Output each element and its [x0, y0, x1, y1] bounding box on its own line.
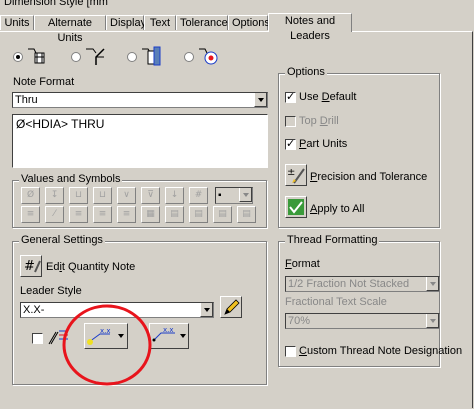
note-format-select[interactable]: Thru — [12, 92, 268, 108]
note-type-radio-chamfer[interactable] — [71, 52, 81, 62]
quantity-note-icon: # — [24, 259, 41, 274]
note-type-radio-counterbore[interactable] — [184, 52, 194, 62]
countersink-symbol-button[interactable]: ∨ — [117, 187, 136, 204]
general-settings-title: General Settings — [19, 234, 105, 246]
pencil-icon — [224, 299, 240, 315]
hole-note-icon — [28, 48, 45, 64]
use-default-checkbox[interactable] — [285, 90, 296, 103]
svg-text:#: # — [24, 259, 35, 274]
slot-note-icon — [142, 46, 161, 66]
number-symbol-button[interactable]: # — [189, 187, 208, 204]
precision-tolerance-label: Precision and Tolerance — [310, 171, 428, 183]
svg-text:x.x: x.x — [163, 326, 174, 334]
diameter-symbol-button[interactable]: Ø — [21, 187, 40, 204]
leader-dot-icon: x.x — [152, 326, 175, 342]
value-button-8[interactable]: ▤ — [189, 206, 208, 223]
note-type-radio-slot[interactable] — [127, 52, 137, 62]
tab-units[interactable]: Units — [0, 15, 34, 30]
edit-quantity-note-label: Edit Quantity Note — [46, 261, 136, 273]
leader-style-label: Leader Style — [20, 285, 82, 297]
thread-format-select[interactable]: 1/2 Fraction Not Stacked — [285, 276, 440, 292]
tab-alternate-units[interactable]: Alternate Units — [34, 15, 106, 44]
options-title: Options — [285, 66, 327, 78]
value-button-3[interactable]: ≡ — [69, 206, 88, 223]
thread-formatting-title: Thread Formatting — [285, 234, 380, 246]
depth-symbol-button[interactable]: ↧ — [45, 187, 64, 204]
note-type-radio-hole[interactable] — [13, 52, 23, 62]
apply-check-icon — [288, 199, 304, 215]
part-units-checkbox[interactable] — [285, 137, 296, 150]
tab-options[interactable]: Options — [228, 15, 270, 30]
chevron-down-icon — [180, 334, 186, 338]
annotation-circle — [62, 304, 152, 386]
chevron-down-icon[interactable] — [200, 303, 213, 317]
fractional-text-scale-value: 70% — [288, 315, 311, 327]
chevron-down-icon[interactable] — [426, 277, 439, 291]
value-button-10[interactable]: ▤ — [237, 206, 256, 223]
values-symbols-title: Values and Symbols — [19, 173, 123, 185]
format-label: Format — [285, 258, 320, 270]
more-symbols-select[interactable]: ▪ — [215, 187, 253, 204]
value-button-2[interactable]: ⁄ — [45, 206, 64, 223]
custom-thread-note-label: Custom Thread Note Designation — [299, 345, 463, 357]
top-drill-label: Top Drill — [299, 115, 339, 127]
value-button-5[interactable]: ≡ — [117, 206, 136, 223]
tab-tolerance[interactable]: Tolerance — [176, 15, 228, 30]
counterbore-symbol-button[interactable]: ⊔ — [69, 187, 88, 204]
precision-tolerance-button[interactable]: ± — [285, 164, 307, 186]
value-button-6[interactable]: ▦ — [141, 206, 160, 223]
chevron-down-icon[interactable] — [426, 314, 439, 328]
top-drill-checkbox[interactable] — [285, 116, 296, 127]
arrow-down-symbol-button[interactable]: ↓ — [165, 187, 184, 204]
leader-style-value: X.X- — [23, 304, 45, 316]
value-button-9[interactable]: ▤ — [213, 206, 232, 223]
plus-minus-icon: ± — [287, 167, 305, 184]
chamfer-note-icon — [86, 48, 105, 65]
value-button-1[interactable]: ≡ — [21, 206, 40, 223]
chevron-down-icon[interactable] — [239, 188, 252, 202]
fractional-text-scale-select[interactable]: 70% — [285, 313, 440, 329]
value-button-7[interactable]: ▤ — [165, 206, 184, 223]
svg-text:±: ± — [287, 167, 295, 178]
part-units-label: Part Units — [299, 138, 348, 150]
leader-style-edit-button[interactable] — [220, 296, 242, 318]
spotface-symbol-button[interactable]: ⊔ — [93, 187, 112, 204]
fractional-text-scale-label: Fractional Text Scale — [285, 296, 387, 308]
note-format-label: Note Format — [13, 76, 75, 88]
custom-thread-note-checkbox[interactable] — [285, 346, 296, 357]
tab-display[interactable]: Display — [106, 15, 146, 30]
apply-to-all-button[interactable] — [285, 196, 307, 218]
thread-format-value: 1/2 Fraction Not Stacked — [288, 278, 410, 290]
cone-symbol-button[interactable]: ⊽ — [141, 187, 160, 204]
apply-to-all-label: Apply to All — [310, 203, 365, 215]
counterbore-note-icon — [199, 48, 218, 65]
note-format-value: Thru — [15, 94, 38, 106]
tab-text[interactable]: Text — [144, 15, 176, 30]
window-title: Dimension Style [mm — [4, 0, 108, 8]
leader-dot-style-button[interactable]: x.x — [149, 323, 189, 349]
edit-quantity-note-button[interactable]: # — [20, 255, 42, 277]
note-format-text[interactable]: Ø<HDIA> THRU — [12, 114, 268, 168]
tab-bar: Units Alternate Units Display Text Toler… — [0, 13, 474, 44]
use-default-label: Use Default — [299, 91, 357, 103]
leader-checkbox[interactable] — [32, 333, 43, 344]
value-button-4[interactable]: ≡ — [93, 206, 112, 223]
tab-notes-and-leaders[interactable]: Notes and Leaders — [268, 13, 352, 42]
chevron-down-icon[interactable] — [254, 93, 267, 107]
